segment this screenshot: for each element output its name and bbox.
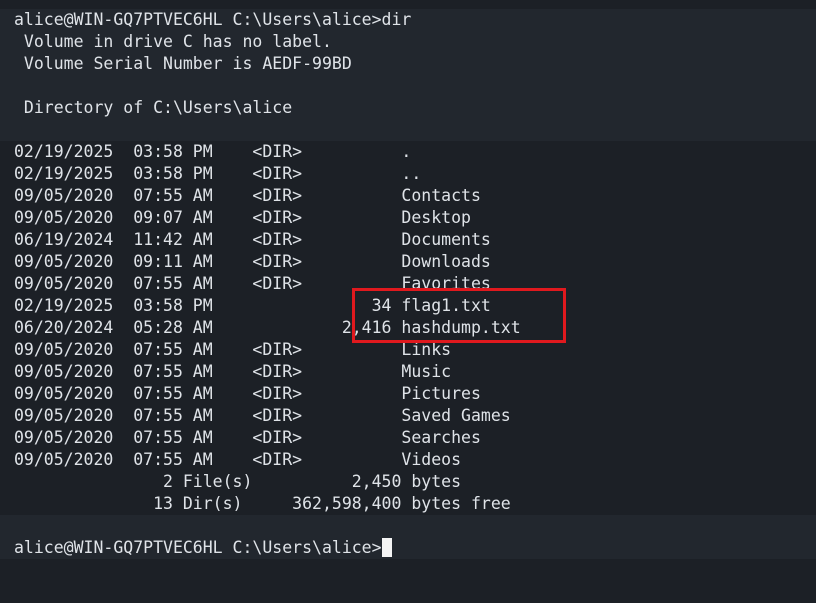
prompt-line[interactable]: alice@WIN-GQ7PTVEC6HL C:\Users\alice>: [0, 537, 816, 559]
dir-entry: 09/05/2020 07:55 AM <DIR> Searches: [14, 428, 481, 447]
blank-line: [0, 515, 816, 537]
terminal-window[interactable]: alice@WIN-GQ7PTVEC6HL C:\Users\alice>dir…: [0, 0, 816, 603]
dir-entry: 02/19/2025 03:58 PM <DIR> ..: [14, 164, 422, 183]
dir-entry: 09/05/2020 07:55 AM <DIR> Music: [14, 362, 452, 381]
blank-line: [0, 119, 816, 141]
volume-label-line: Volume in drive C has no label.: [0, 31, 816, 53]
dir-entry: 09/05/2020 09:07 AM <DIR> Desktop: [14, 208, 471, 227]
volume-serial-line: Volume Serial Number is AEDF-99BD: [0, 53, 816, 75]
blank-line: [0, 75, 816, 97]
dirs-summary-line: 13 Dir(s) 362,598,400 bytes free: [14, 494, 511, 513]
highlight-box: [352, 288, 566, 343]
prompt-text: alice@WIN-GQ7PTVEC6HL C:\Users\alice>: [14, 538, 382, 557]
dir-entry: 09/05/2020 07:55 AM <DIR> Contacts: [14, 186, 481, 205]
dir-entry: 09/05/2020 07:55 AM <DIR> Videos: [14, 450, 462, 469]
dir-entry: 02/19/2025 03:58 PM <DIR> .: [14, 142, 412, 161]
command-line: alice@WIN-GQ7PTVEC6HL C:\Users\alice>dir: [0, 9, 816, 31]
files-summary-line: 2 File(s) 2,450 bytes: [14, 472, 462, 491]
dir-entry: 06/19/2024 11:42 AM <DIR> Documents: [14, 230, 491, 249]
dir-entry: 09/05/2020 07:55 AM <DIR> Saved Games: [14, 406, 511, 425]
dir-entry: 09/05/2020 09:11 AM <DIR> Downloads: [14, 252, 491, 271]
text-cursor: [381, 538, 392, 557]
directory-of-line: Directory of C:\Users\alice: [0, 97, 816, 119]
dir-entry: 09/05/2020 07:55 AM <DIR> Pictures: [14, 384, 481, 403]
